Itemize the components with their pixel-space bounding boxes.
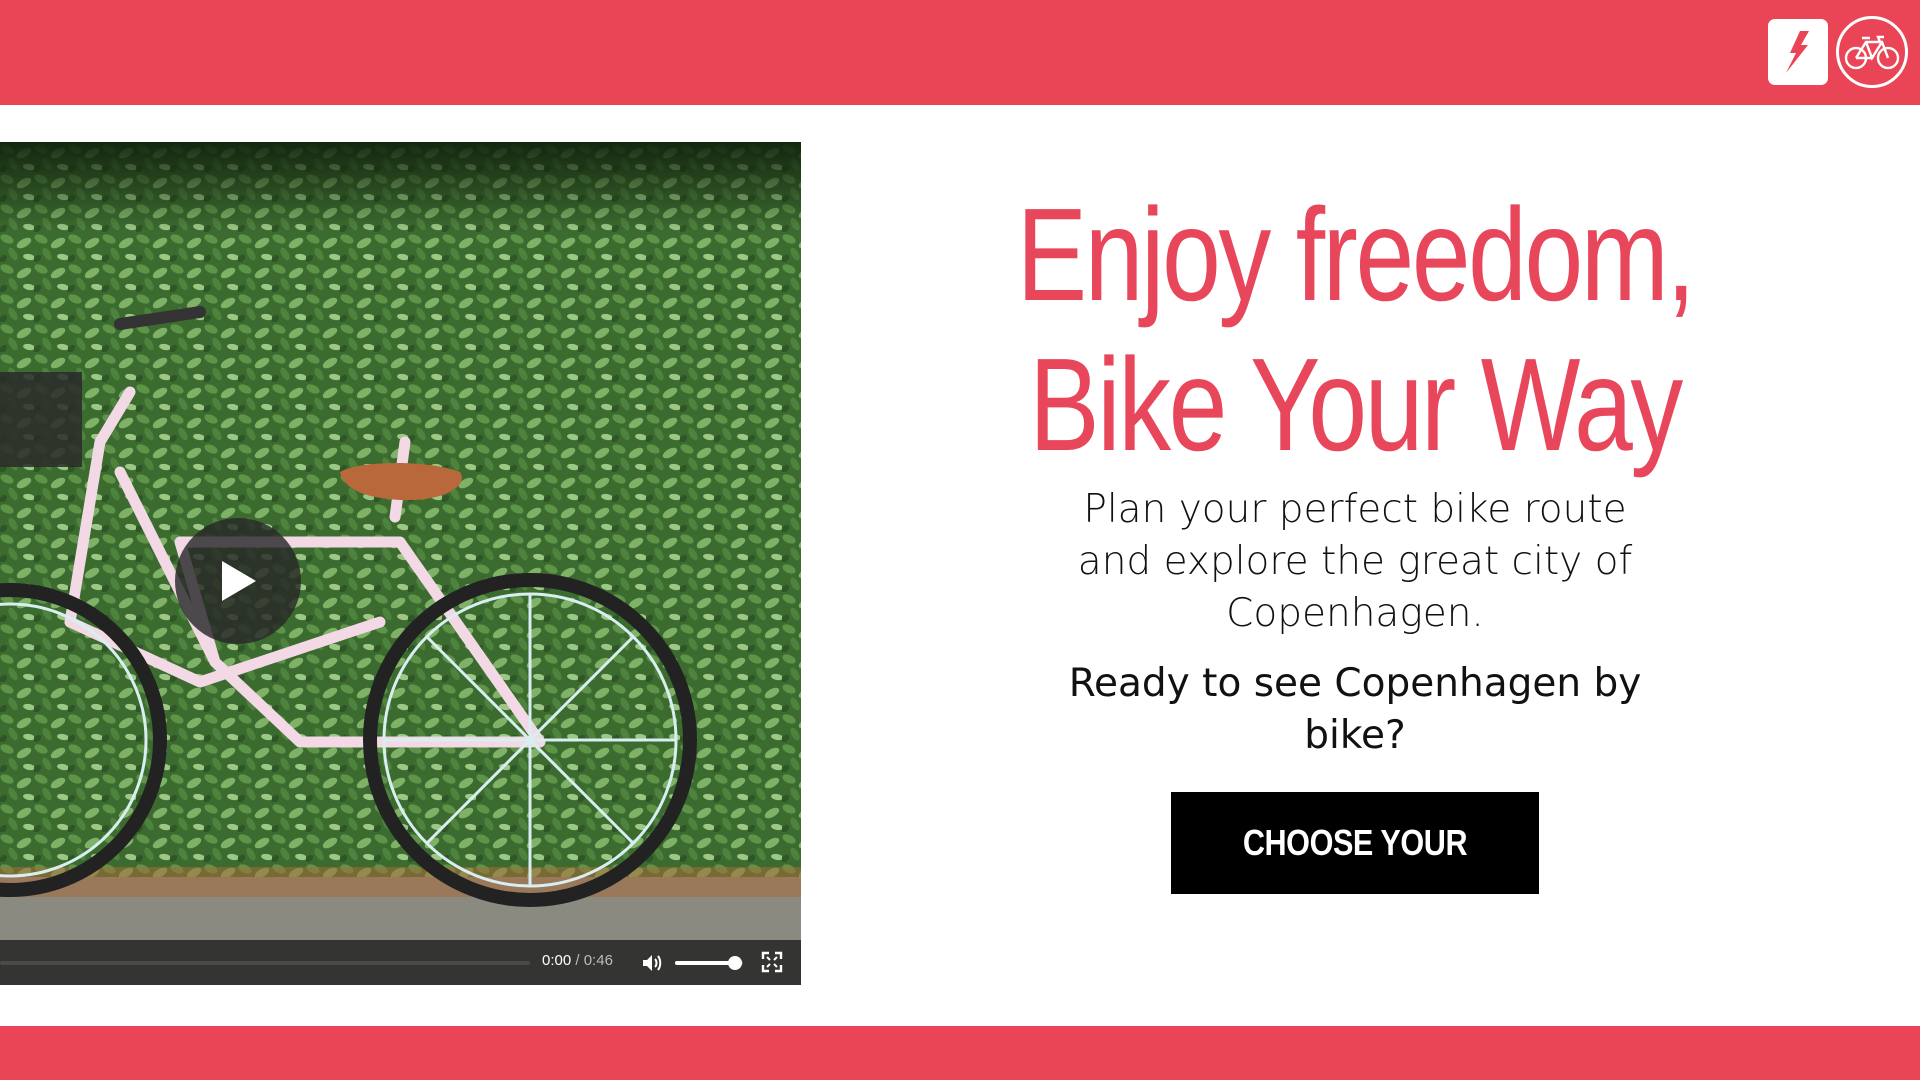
duration: 0:46 (583, 952, 613, 969)
header-logos (1768, 16, 1908, 88)
video-frame (0, 142, 801, 985)
progress-bar[interactable] (0, 961, 530, 965)
hero-title: Enjoy freedom, Bike Your Way (975, 180, 1735, 480)
play-button[interactable] (175, 518, 301, 644)
hero-title-line-2: Bike Your Way (1029, 331, 1683, 478)
play-icon (222, 561, 256, 601)
hero-title-line-1: Enjoy freedom, (1016, 181, 1696, 328)
current-time: 0:00 (542, 952, 572, 969)
volume-knob[interactable] (727, 956, 742, 970)
brand-slash-logo-icon[interactable] (1768, 19, 1828, 85)
choose-routes-label: CHOOSE YOUR ROUTES (1242, 822, 1468, 965)
bicycle-icon[interactable] (1836, 16, 1908, 88)
choose-routes-button[interactable]: CHOOSE YOUR ROUTES (1171, 792, 1539, 965)
hero-section: Enjoy freedom, Bike Your Way Plan your p… (880, 180, 1830, 965)
volume-icon[interactable] (640, 951, 664, 975)
volume-fill (675, 961, 735, 965)
hero-description: Plan your perfect bike route and explore… (1077, 487, 1633, 636)
time-separator: / (575, 952, 580, 969)
hero-question: Ready to see Copenhagen by bike? (1068, 661, 1642, 758)
bottom-footer-bar (0, 1026, 1920, 1080)
fullscreen-icon[interactable] (761, 951, 783, 973)
volume-slider[interactable] (675, 956, 743, 970)
time-readout: 0:00 / 0:46 (542, 952, 613, 969)
video-player[interactable]: 0:00 / 0:46 (0, 142, 801, 985)
top-header-bar (0, 0, 1920, 105)
video-controls: 0:00 / 0:46 (0, 940, 801, 985)
